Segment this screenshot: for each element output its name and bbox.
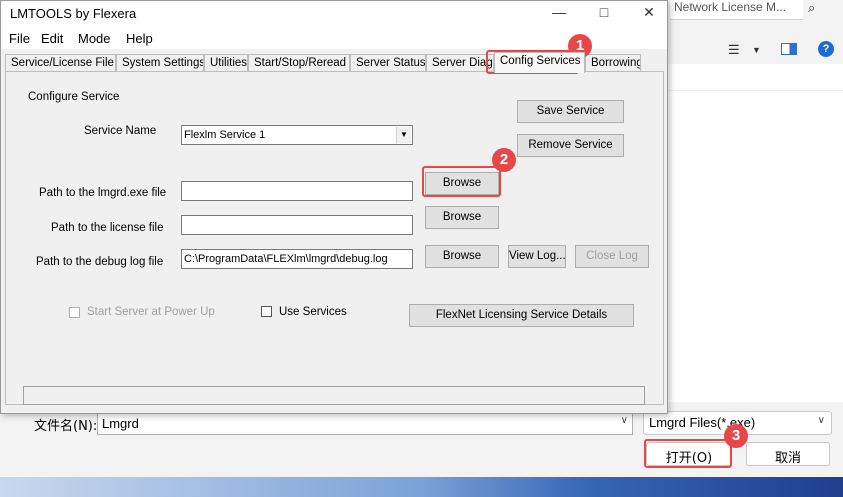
tab-server-diags[interactable]: Server Diags <box>426 54 494 72</box>
tab-start-stop-reread[interactable]: Start/Stop/Reread <box>248 54 350 72</box>
tab-utilities[interactable]: Utilities <box>204 54 248 72</box>
tab-system-settings[interactable]: System Settings <box>116 54 204 72</box>
view-options-icon[interactable]: ☰ <box>728 42 740 58</box>
menu-mode[interactable]: Mode <box>78 31 111 46</box>
configure-service-label: Configure Service <box>28 91 120 103</box>
filename-input[interactable]: Lmgrd ∨ <box>97 413 633 435</box>
start-at-power-up-label: Start Server at Power Up <box>87 306 215 318</box>
browse-license-button[interactable]: Browse <box>425 206 499 229</box>
column-divider <box>668 90 843 91</box>
window-title: LMTOOLS by Flexera <box>10 6 137 21</box>
remove-service-button[interactable]: Remove Service <box>517 134 624 157</box>
debug-log-path-label: Path to the debug log file <box>36 256 164 268</box>
help-icon[interactable]: ? <box>818 41 834 57</box>
service-name-label: Service Name <box>84 125 157 137</box>
license-path-label: Path to the license file <box>51 222 164 234</box>
search-icon[interactable]: ⌕ <box>808 0 828 16</box>
view-log-button[interactable]: View Log... <box>508 245 566 268</box>
address-bar[interactable]: Network License M... <box>670 0 803 20</box>
flexnet-details-button[interactable]: FlexNet Licensing Service Details <box>409 304 634 327</box>
filename-value: Lmgrd <box>102 416 139 431</box>
lmgrd-path-input[interactable] <box>181 181 413 201</box>
title-bar: LMTOOLS by Flexera — □ ✕ <box>1 1 667 27</box>
step-badge-3: 3 <box>724 424 748 448</box>
cancel-button[interactable]: 取消 <box>746 442 830 466</box>
chevron-down-icon: ∨ <box>817 415 825 426</box>
tab-server-status[interactable]: Server Status <box>350 54 426 72</box>
taskbar-wallpaper <box>0 477 843 497</box>
preview-pane-icon[interactable] <box>781 43 797 55</box>
file-list-pane <box>668 64 843 402</box>
filename-label: 文件名(N): <box>34 419 98 434</box>
tab-strip: Service/License File System Settings Uti… <box>5 52 665 73</box>
service-name-combo[interactable]: Flexlm Service 1 ▼ <box>181 125 413 145</box>
debug-log-path-input[interactable]: C:\ProgramData\FLEXlm\lmgrd\debug.log <box>181 249 413 269</box>
dialog-toolbar: ☰ ▼ ? <box>668 36 843 64</box>
chevron-down-icon[interactable]: ▼ <box>752 45 761 55</box>
save-service-button[interactable]: Save Service <box>517 100 624 123</box>
tab-borrowing[interactable]: Borrowing <box>585 54 641 72</box>
menu-help[interactable]: Help <box>126 31 153 46</box>
menu-file[interactable]: File <box>9 31 30 46</box>
lmgrd-path-label: Path to the lmgrd.exe file <box>39 187 167 199</box>
highlight-open-button <box>644 439 732 468</box>
close-icon[interactable]: ✕ <box>639 4 659 21</box>
start-at-power-up-checkbox <box>69 307 80 318</box>
browse-debug-log-button[interactable]: Browse <box>425 245 499 268</box>
close-log-button: Close Log <box>575 245 649 268</box>
minimize-icon[interactable]: — <box>549 4 569 20</box>
highlight-browse-lmgrd <box>422 166 501 197</box>
maximize-icon[interactable]: □ <box>594 4 614 20</box>
service-name-value: Flexlm Service 1 <box>184 129 266 141</box>
status-bar <box>23 386 645 405</box>
use-services-checkbox[interactable] <box>261 306 272 317</box>
step-badge-2: 2 <box>492 148 516 172</box>
tab-service-license-file[interactable]: Service/License File <box>5 54 116 72</box>
license-path-input[interactable] <box>181 215 413 235</box>
address-text: Network License M... <box>674 0 787 14</box>
menu-edit[interactable]: Edit <box>41 31 63 46</box>
chevron-down-icon[interactable]: ∨ <box>621 415 628 426</box>
chevron-down-icon[interactable]: ▼ <box>396 127 411 143</box>
tab-config-services[interactable]: Config Services <box>494 52 585 73</box>
lmtools-window: LMTOOLS by Flexera — □ ✕ File Edit Mode … <box>0 0 668 414</box>
use-services-label: Use Services <box>279 306 347 318</box>
